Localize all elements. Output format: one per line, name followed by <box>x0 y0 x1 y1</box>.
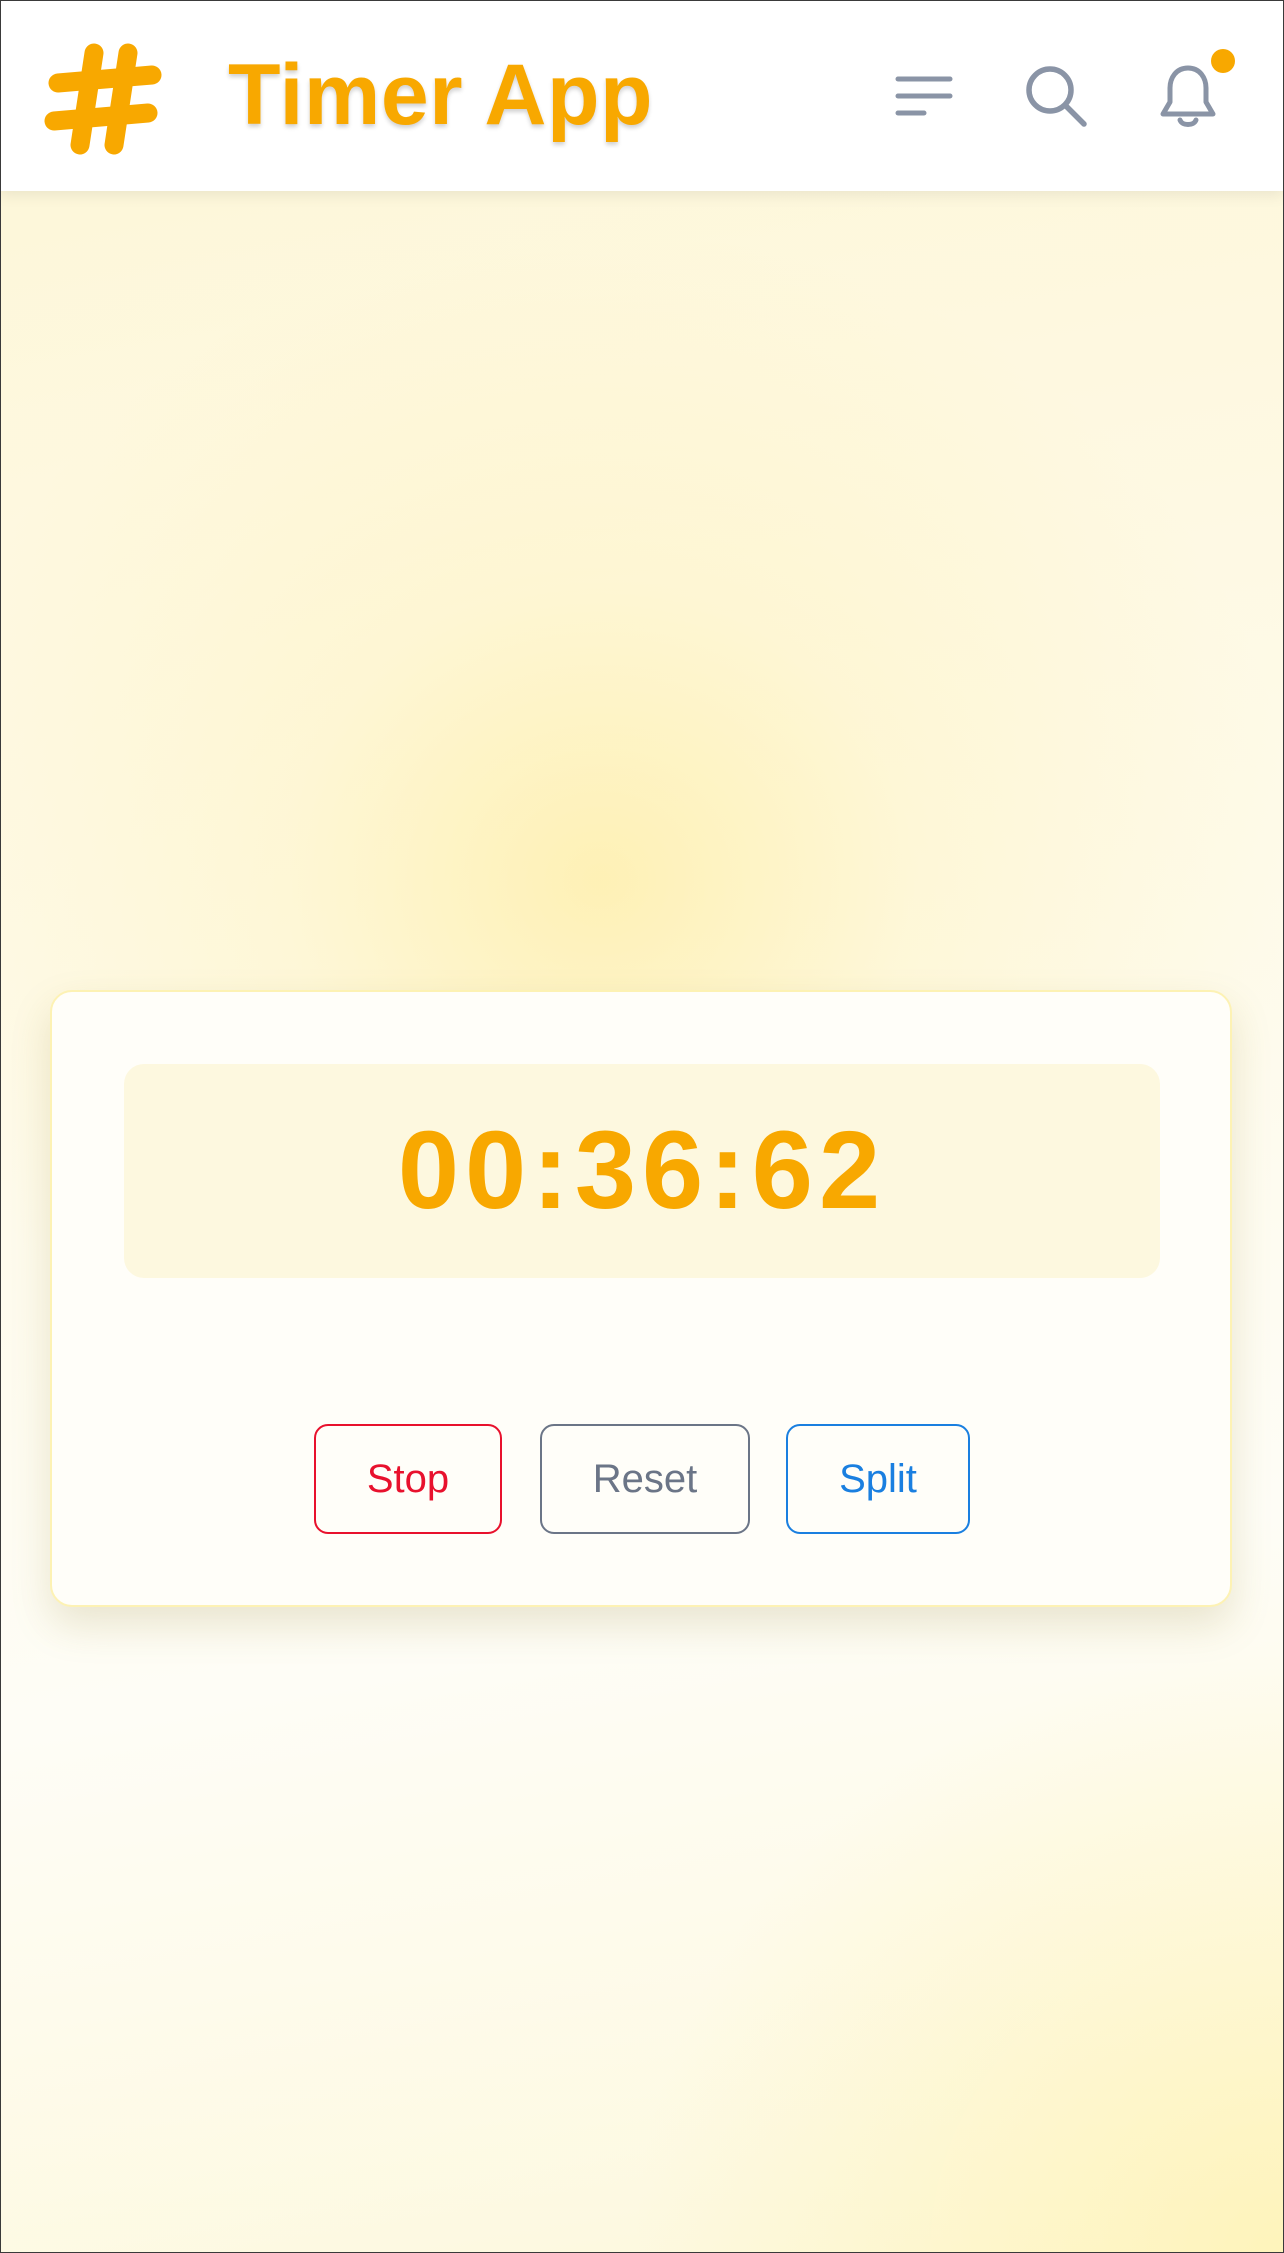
menu-icon <box>894 71 954 126</box>
notification-dot <box>1211 49 1235 73</box>
search-button[interactable] <box>1014 56 1098 140</box>
search-icon <box>1023 63 1089 134</box>
timer-display: 00:36:62 <box>124 1064 1160 1278</box>
app-header: Timer App <box>0 0 1284 191</box>
menu-button[interactable] <box>882 56 966 140</box>
hashtag-icon[interactable] <box>44 39 164 159</box>
reset-button[interactable]: Reset <box>540 1424 750 1534</box>
timer-readout: 00:36:62 <box>397 1109 887 1232</box>
timer-card: 00:36:62 Stop Reset Split <box>50 990 1232 1607</box>
bell-icon <box>1158 62 1218 135</box>
stop-button[interactable]: Stop <box>314 1424 502 1534</box>
split-button[interactable]: Split <box>786 1424 970 1534</box>
app-title: Timer App <box>228 47 654 143</box>
